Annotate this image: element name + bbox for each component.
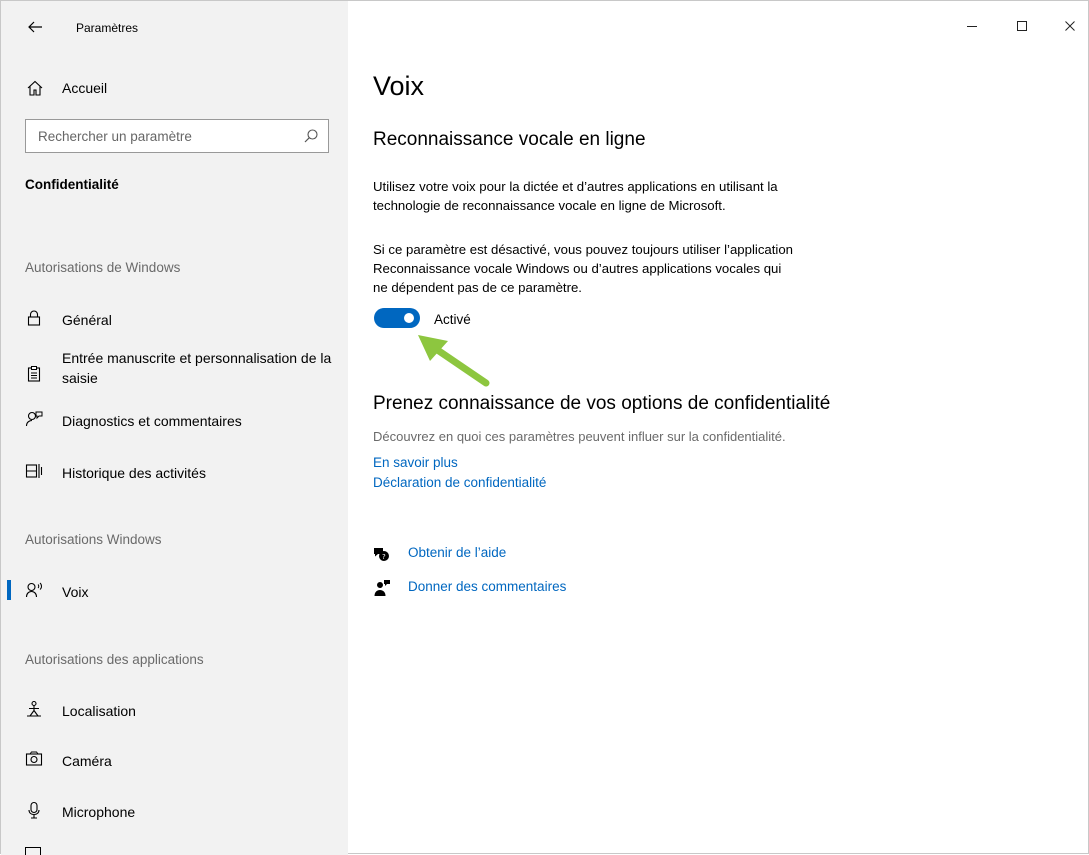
sidebar-item-location[interactable]: Localisation [1,689,348,729]
sidebar-item-label: Localisation [62,703,136,719]
description-1-line-1: Utilisez votre voix pour la dictée et d’… [373,179,778,194]
sidebar-item-label: Voix [62,584,89,600]
give-feedback-link[interactable]: Donner des commentaires [373,577,673,599]
sidebar-item-camera[interactable]: Caméra [1,739,348,779]
get-help-link[interactable]: ? Obtenir de l’aide [373,543,673,565]
clipboard-icon [25,365,43,383]
sidebar-item-label: Général [62,312,112,328]
privacy-description: Découvrez en quoi ces paramètres peuvent… [373,429,786,444]
sidebar-item-inking[interactable]: Entrée manuscrite et personnalisation de… [1,346,348,402]
back-arrow-icon[interactable] [23,15,47,39]
sidebar: Paramètres Accueil Confidentialité Autor… [1,1,348,855]
close-button[interactable] [1055,11,1085,41]
sidebar-item-label: Microphone [62,804,136,820]
description-2-line-3: ne dépendent pas de ce paramètre. [373,280,582,295]
sidebar-item-activity-history[interactable]: Historique des activités [1,451,348,491]
description-2: Si ce paramètre est désactivé, vous pouv… [373,240,873,297]
titlebar-left: Paramètres [1,1,348,53]
search-icon[interactable] [303,128,319,144]
group-header-app-permissions: Autorisations des applications [25,652,204,667]
app-title: Paramètres [76,21,139,35]
learn-more-link[interactable]: En savoir plus [373,455,458,470]
description-2-line-2: Reconnaissance vocale Windows ou d’autre… [373,261,782,276]
sidebar-item-label: Diagnostics et commentaires [62,413,242,429]
page-title: Voix [373,71,425,101]
toggle-state-label: Activé [434,312,471,327]
group-header-windows-permissions: Autorisations de Windows [25,260,181,275]
lock-icon [25,309,43,327]
sidebar-item-voice[interactable]: Voix [1,570,348,610]
maximize-button[interactable] [1007,11,1037,41]
section-heading: Reconnaissance vocale en ligne [373,129,646,150]
privacy-statement-link[interactable]: Déclaration de confidentialité [373,475,546,490]
sidebar-item-microphone[interactable]: Microphone [1,790,348,830]
selection-indicator [7,580,11,600]
group-header-windows-permissions-2: Autorisations Windows [25,532,162,547]
online-speech-toggle[interactable] [374,308,420,328]
privacy-heading: Prenez connaissance de vos options de co… [373,393,831,414]
get-help-label: Obtenir de l’aide [408,545,507,560]
speech-icon [25,581,43,599]
home-icon [26,79,44,97]
toggle-knob [404,313,414,323]
svg-text:?: ? [382,553,386,561]
microphone-icon [25,801,43,819]
minimize-button[interactable] [957,11,987,41]
sidebar-item-label: Historique des activités [62,465,206,481]
sidebar-item-diagnostics[interactable]: Diagnostics et commentaires [1,399,348,439]
sidebar-item-label: Entrée manuscrite et personnalisation de… [62,350,332,386]
feedback-icon [373,579,391,597]
help-chat-icon: ? [373,545,391,563]
sidebar-item-general[interactable]: Général [1,298,348,338]
search-box[interactable] [25,119,329,153]
sidebar-item-label: Caméra [62,753,112,769]
description-2-line-1: Si ce paramètre est désactivé, vous pouv… [373,242,794,257]
settings-window: Paramètres Accueil Confidentialité Autor… [0,0,1089,855]
give-feedback-label: Donner des commentaires [408,579,567,594]
sidebar-item-home[interactable]: Accueil [1,71,348,107]
section-title: Confidentialité [25,177,119,192]
annotation-arrow-icon [418,335,490,387]
home-label: Accueil [62,80,108,96]
search-input[interactable] [26,120,296,152]
camera-icon [25,750,43,768]
timeline-icon [25,462,43,480]
location-person-icon [25,700,43,718]
description-1: Utilisez votre voix pour la dictée et d’… [373,177,873,215]
description-1-line-2: technologie de reconnaissance vocale en … [373,198,726,213]
feedback-person-icon [25,410,43,428]
